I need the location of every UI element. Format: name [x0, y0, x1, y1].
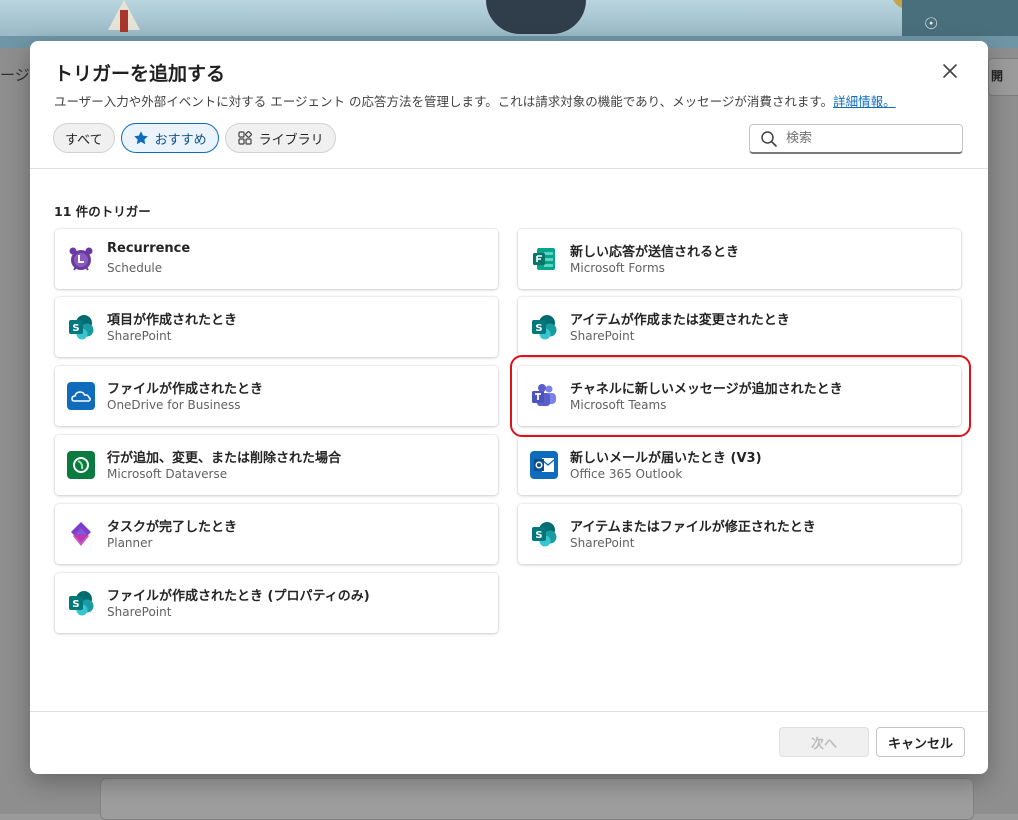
trigger-title: 新しい応答が送信されるとき: [570, 245, 740, 260]
cancel-button[interactable]: キャンセル: [876, 727, 965, 757]
trigger-connector: SharePoint: [107, 605, 172, 619]
svg-text:S: S: [72, 323, 79, 334]
trigger-card-teams-new-channel-message[interactable]: チャネルに新しいメッセージが追加されたとき Microsoft Teams: [518, 366, 961, 426]
trigger-card-forms-new-response[interactable]: 新しい応答が送信されるとき Microsoft Forms: [518, 229, 961, 289]
trigger-title: アイテムが作成または変更されたとき: [570, 313, 790, 328]
filter-all-label: すべて: [65, 132, 103, 148]
onedrive-icon: [67, 382, 95, 410]
trigger-card-outlook-new-email[interactable]: 新しいメールが届いたとき (V3) Office 365 Outlook: [518, 435, 961, 495]
sharepoint-icon: S: [67, 313, 95, 341]
close-icon[interactable]: [938, 59, 962, 83]
svg-text:S: S: [535, 323, 542, 334]
background-page-label: ージ: [0, 58, 30, 98]
trigger-count: 11 件のトリガー: [54, 204, 151, 219]
next-button[interactable]: 次へ: [779, 727, 869, 757]
trigger-card-sharepoint-item-or-file-modified[interactable]: S アイテムまたはファイルが修正されたとき SharePoint: [518, 504, 961, 564]
trigger-title: チャネルに新しいメッセージが追加されたとき: [570, 382, 843, 397]
filter-recommended-chip[interactable]: おすすめ: [120, 123, 219, 153]
background-open-button[interactable]: 開: [988, 58, 1018, 96]
search-input[interactable]: [784, 130, 948, 147]
library-icon: [237, 130, 253, 146]
trigger-title: タスクが完了したとき: [107, 520, 238, 535]
search-box[interactable]: [749, 124, 963, 154]
trigger-title: アイテムまたはファイルが修正されたとき: [570, 520, 816, 535]
trigger-card-sharepoint-item-created[interactable]: S 項目が作成されたとき SharePoint: [55, 297, 498, 357]
teams-icon: [530, 382, 558, 410]
filter-chips: すべて おすすめ ライブラリ: [53, 123, 336, 153]
search-icon: [760, 130, 778, 148]
trigger-connector: OneDrive for Business: [107, 398, 241, 412]
trigger-connector: Schedule: [107, 261, 163, 275]
trigger-card-dataverse-row-changed[interactable]: 行が追加、変更、または削除された場合 Microsoft Dataverse: [55, 435, 498, 495]
trigger-connector: Microsoft Dataverse: [107, 467, 228, 481]
trigger-card-onedrive-file-created[interactable]: ファイルが作成されたとき OneDrive for Business: [55, 366, 498, 426]
sharepoint-icon: S: [67, 589, 95, 617]
filter-recommended-label: おすすめ: [154, 132, 207, 148]
whale-illustration: [486, 0, 586, 34]
add-trigger-dialog: トリガーを追加する ユーザー入力や外部イベントに対する エージェント の応答方法…: [30, 41, 988, 774]
trigger-connector: SharePoint: [570, 329, 635, 343]
trigger-connector: Microsoft Teams: [570, 398, 667, 412]
globe-icon[interactable]: ☉: [924, 14, 938, 33]
description-text: ユーザー入力や外部イベントに対する エージェント の応答方法を管理します。これは…: [54, 94, 834, 109]
trigger-title: 行が追加、変更、または削除された場合: [107, 451, 342, 466]
svg-text:S: S: [535, 530, 542, 541]
trigger-card-sharepoint-file-created-properties[interactable]: S ファイルが作成されたとき (プロパティのみ) SharePoint: [55, 573, 498, 633]
learn-more-link[interactable]: 詳細情報。: [833, 94, 896, 109]
sailboat-stripe: [120, 10, 128, 32]
trigger-title: Recurrence: [107, 241, 191, 256]
sharepoint-icon: S: [530, 520, 558, 548]
alarm-clock-icon: [67, 245, 95, 273]
dialog-title: トリガーを追加する: [54, 63, 226, 85]
dialog-description: ユーザー入力や外部イベントに対する エージェント の応答方法を管理します。これは…: [54, 91, 896, 110]
trigger-connector: Office 365 Outlook: [570, 467, 683, 481]
trigger-connector: Planner: [107, 536, 153, 550]
trigger-title: ファイルが作成されたとき: [107, 382, 264, 397]
trigger-card-recurrence[interactable]: Recurrence Schedule: [55, 229, 498, 289]
trigger-title: 新しいメールが届いたとき (V3): [570, 451, 762, 466]
svg-text:S: S: [72, 599, 79, 610]
star-icon: [133, 130, 149, 146]
header-divider: [30, 168, 988, 169]
planner-icon: [67, 520, 95, 548]
trigger-connector: SharePoint: [570, 536, 635, 550]
outlook-icon: [530, 451, 558, 479]
trigger-card-planner-task-completed[interactable]: タスクが完了したとき Planner: [55, 504, 498, 564]
trigger-connector: Microsoft Forms: [570, 261, 665, 275]
dataverse-icon: [67, 451, 95, 479]
trigger-title: 項目が作成されたとき: [107, 313, 238, 328]
trigger-title: ファイルが作成されたとき (プロパティのみ): [107, 589, 370, 604]
trigger-connector: SharePoint: [107, 329, 172, 343]
footer-divider: [30, 711, 988, 712]
filter-library-label: ライブラリ: [258, 132, 324, 148]
forms-icon: [530, 245, 558, 273]
trigger-card-sharepoint-item-created-or-modified[interactable]: S アイテムが作成または変更されたとき SharePoint: [518, 297, 961, 357]
filter-all-chip[interactable]: すべて: [53, 123, 115, 153]
filter-library-chip[interactable]: ライブラリ: [224, 123, 336, 153]
sharepoint-icon: S: [530, 313, 558, 341]
